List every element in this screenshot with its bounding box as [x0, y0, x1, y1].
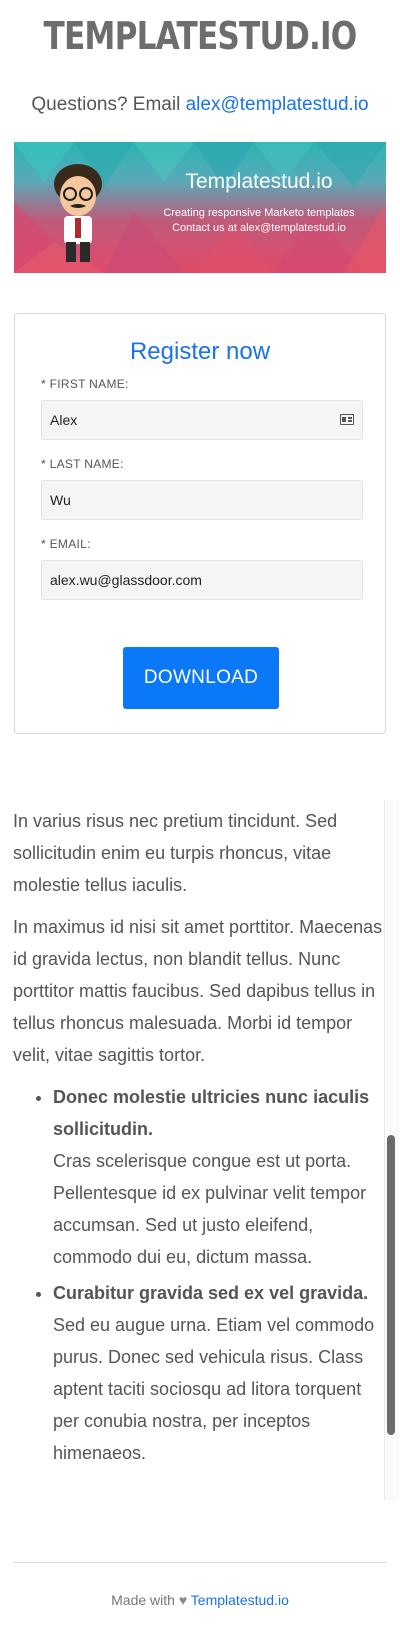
list-item: Curabitur gravida sed ex vel gravida. Se… [53, 1277, 385, 1469]
footer: Made with ♥ Templatestud.io [0, 1592, 400, 1608]
contact-prefix: Questions? Email [31, 94, 181, 115]
first-name-field[interactable]: Alex [41, 400, 363, 440]
first-name-label: * FIRST NAME: [41, 377, 129, 391]
paragraph-1: In varius risus nec pretium tincidunt. S… [13, 811, 338, 895]
site-logo: TEMPLATESTUD.IO [43, 14, 358, 58]
list-item-text: Sed eu augue urna. Etiam vel commodo pur… [53, 1315, 375, 1463]
list-item-heading: Curabitur gravida sed ex vel gravida. [53, 1283, 369, 1303]
hero-banner: Templatestud.io Creating responsive Mark… [14, 142, 386, 273]
first-name-value: Alex [50, 412, 78, 428]
email-value: alex.wu@glassdoor.com [50, 572, 202, 588]
footer-divider [13, 1562, 387, 1563]
scrollbar-thumb[interactable] [387, 1135, 395, 1435]
last-name-label: * LAST NAME: [41, 457, 124, 471]
download-button[interactable]: DOWNLOAD [123, 647, 279, 709]
last-name-value: Wu [50, 492, 71, 508]
contact-card-icon[interactable] [340, 414, 354, 425]
email-label: * EMAIL: [41, 537, 91, 551]
footer-link[interactable]: Templatestud.io [191, 1592, 289, 1608]
banner-subtitle: Creating responsive Marketo templates Co… [134, 206, 384, 236]
last-name-field[interactable]: Wu [41, 480, 363, 520]
list-item-text: Cras scelerisque congue est ut porta. Pe… [53, 1151, 367, 1267]
content-body: In varius risus nec pretium tincidunt. S… [13, 805, 385, 1473]
contact-line: Questions? Email alex@templatestud.io [0, 94, 400, 116]
paragraph-2: In maximus id nisi sit amet porttitor. M… [13, 917, 383, 1065]
bullet-list: Donec molestie ultricies nunc iaculis so… [13, 1081, 385, 1469]
banner-title: Templatestud.io [185, 170, 333, 193]
form-title: Register now [129, 338, 271, 365]
list-item-heading: Donec molestie ultricies nunc iaculis so… [53, 1087, 370, 1139]
list-item: Donec molestie ultricies nunc iaculis so… [53, 1081, 385, 1273]
register-form: Register now * FIRST NAME: Alex * LAST N… [14, 313, 386, 734]
banner-line-2: Contact us at alex@templatestud.io [172, 222, 346, 234]
email-field[interactable]: alex.wu@glassdoor.com [41, 560, 363, 600]
banner-line-1: Creating responsive Marketo templates [163, 207, 355, 219]
contact-email-link[interactable]: alex@templatestud.io [186, 94, 369, 115]
footer-made-with: Made with [111, 1592, 175, 1608]
heart-icon: ♥ [178, 1592, 188, 1608]
